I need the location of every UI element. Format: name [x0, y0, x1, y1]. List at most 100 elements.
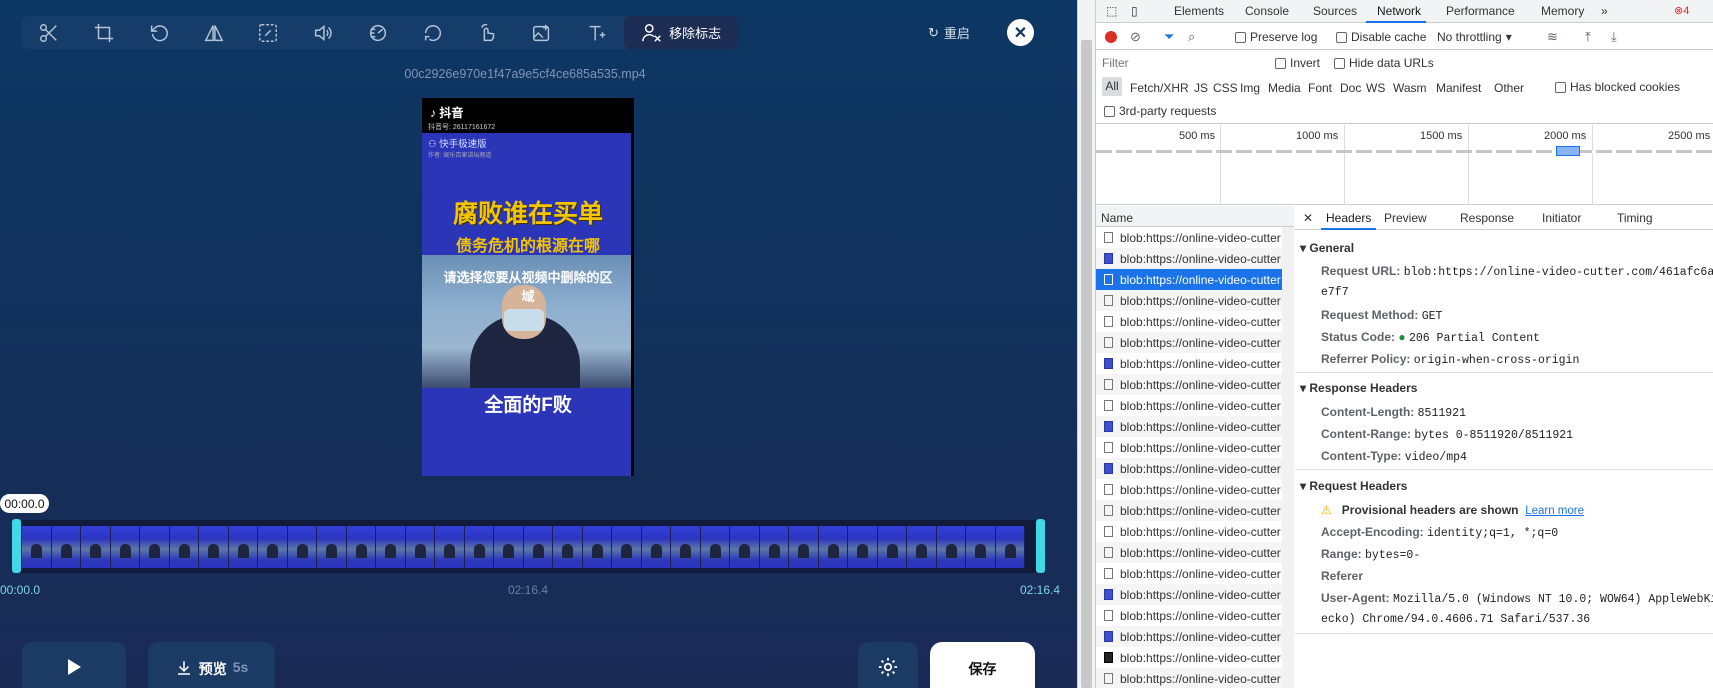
request-row[interactable]: blob:https://online-video-cutter: [1096, 521, 1282, 542]
request-row[interactable]: blob:https://online-video-cutter: [1096, 374, 1282, 395]
request-row[interactable]: blob:https://online-video-cutter: [1096, 227, 1282, 248]
filter-media[interactable]: Media: [1268, 81, 1301, 95]
filter-doc[interactable]: Doc: [1340, 81, 1361, 95]
volume-icon[interactable]: [296, 16, 351, 49]
record-icon[interactable]: [1105, 31, 1117, 43]
request-row[interactable]: blob:https://online-video-cutter: [1096, 584, 1282, 605]
disable-cache-checkbox[interactable]: Disable cache: [1336, 30, 1426, 44]
search-icon[interactable]: ⌕: [1188, 29, 1195, 45]
close-button[interactable]: ✕: [1007, 19, 1034, 46]
clear-icon[interactable]: ⊘: [1130, 29, 1141, 45]
wifi-icon[interactable]: ≋: [1547, 29, 1558, 45]
tab-performance[interactable]: Performance: [1446, 4, 1515, 18]
loop-icon[interactable]: [405, 16, 460, 49]
blocked-cookies-checkbox[interactable]: Has blocked cookies: [1555, 80, 1680, 94]
checkbox-box[interactable]: [1334, 57, 1345, 69]
preserve-log-checkbox[interactable]: Preserve log: [1235, 30, 1317, 44]
checkbox-box[interactable]: [1275, 57, 1286, 69]
checkbox-box[interactable]: [1104, 105, 1115, 117]
tab-console[interactable]: Console: [1245, 4, 1289, 18]
tab-initiator[interactable]: Initiator: [1542, 211, 1581, 225]
request-row[interactable]: blob:https://online-video-cutter: [1096, 437, 1282, 458]
request-headers-toggle[interactable]: ▾ Request Headers: [1300, 479, 1407, 493]
filter-input[interactable]: [1102, 54, 1252, 71]
request-row[interactable]: blob:https://online-video-cutter: [1096, 479, 1282, 500]
name-column-header[interactable]: Name: [1096, 206, 1294, 227]
inspect-icon[interactable]: ⬚: [1106, 4, 1117, 18]
tab-elements[interactable]: Elements: [1174, 4, 1224, 18]
more-tabs-icon[interactable]: »: [1601, 4, 1608, 18]
download-har-icon[interactable]: ⤓: [1611, 29, 1617, 45]
request-row[interactable]: blob:https://online-video-cutter: [1096, 248, 1282, 269]
resize-icon[interactable]: [241, 16, 296, 49]
request-row[interactable]: blob:https://online-video-cutter: [1096, 458, 1282, 479]
request-row[interactable]: blob:https://online-video-cutter: [1096, 332, 1282, 353]
tab-timing[interactable]: Timing: [1617, 211, 1653, 225]
checkbox-box[interactable]: [1235, 31, 1246, 43]
filter-ws[interactable]: WS: [1366, 81, 1385, 95]
network-overview[interactable]: 500 ms 1000 ms 1500 ms 2000 ms 2500 ms: [1096, 125, 1713, 205]
invert-checkbox[interactable]: Invert: [1275, 56, 1320, 70]
request-row[interactable]: blob:https://online-video-cutter: [1096, 290, 1282, 311]
request-row[interactable]: blob:https://online-video-cutter: [1096, 269, 1282, 290]
tab-memory[interactable]: Memory: [1541, 4, 1584, 18]
tab-network[interactable]: Network: [1377, 4, 1421, 18]
tab-headers[interactable]: Headers: [1326, 211, 1371, 225]
request-row[interactable]: blob:https://online-video-cutter: [1096, 353, 1282, 374]
timeline[interactable]: [14, 520, 1043, 573]
request-row[interactable]: blob:https://online-video-cutter: [1096, 605, 1282, 626]
stabilize-icon[interactable]: [460, 16, 515, 49]
device-toggle-icon[interactable]: ▯: [1131, 4, 1138, 18]
video-preview[interactable]: ♪ 抖音 抖音号: 26117161672 ⚇ 快手极速版 作者: 娱乐百家讲坛…: [422, 98, 634, 476]
remove-logo-tool[interactable]: 移除标志: [624, 16, 738, 49]
crop-icon[interactable]: [77, 16, 132, 49]
panel-scrollbar[interactable]: [1077, 0, 1096, 688]
request-row[interactable]: blob:https://online-video-cutter: [1096, 395, 1282, 416]
filter-img[interactable]: Img: [1240, 81, 1260, 95]
filter-all[interactable]: All: [1102, 77, 1122, 96]
filter-js[interactable]: JS: [1194, 81, 1208, 95]
filter-other[interactable]: Other: [1494, 81, 1524, 95]
request-row[interactable]: blob:https://online-video-cutter: [1096, 626, 1282, 647]
throttling-select[interactable]: No throttling ▾: [1437, 30, 1512, 44]
rotate-icon[interactable]: [132, 16, 187, 49]
preview-button[interactable]: 预览 5s: [148, 642, 275, 688]
close-details-icon[interactable]: ✕: [1303, 211, 1313, 225]
general-section-toggle[interactable]: ▾ General: [1300, 241, 1354, 255]
tab-preview[interactable]: Preview: [1384, 211, 1427, 225]
settings-button[interactable]: [858, 642, 918, 688]
filter-manifest[interactable]: Manifest: [1436, 81, 1481, 95]
response-headers-toggle[interactable]: ▾ Response Headers: [1300, 381, 1417, 395]
trim-handle-start[interactable]: [12, 519, 21, 573]
checkbox-box[interactable]: [1336, 31, 1347, 43]
error-count-badge[interactable]: ⊗4: [1674, 4, 1689, 17]
trim-handle-end[interactable]: [1036, 519, 1045, 573]
request-row[interactable]: blob:https://online-video-cutter: [1096, 416, 1282, 437]
restore-button[interactable]: ↻ 重启: [928, 23, 970, 42]
filter-icon[interactable]: ⏷: [1164, 29, 1174, 45]
filter-font[interactable]: Font: [1308, 81, 1332, 95]
filter-wasm[interactable]: Wasm: [1393, 81, 1427, 95]
play-button[interactable]: [22, 642, 126, 688]
cut-icon[interactable]: [22, 16, 77, 49]
scrollbar-thumb[interactable]: [1081, 40, 1092, 688]
request-row[interactable]: blob:https://online-video-cutter: [1096, 668, 1282, 688]
filter-fetch-xhr[interactable]: Fetch/XHR: [1130, 81, 1189, 95]
third-party-checkbox[interactable]: 3rd-party requests: [1104, 104, 1216, 118]
request-list-scrollbar[interactable]: [1282, 227, 1294, 688]
request-row[interactable]: blob:https://online-video-cutter: [1096, 647, 1282, 668]
request-row[interactable]: blob:https://online-video-cutter: [1096, 500, 1282, 521]
image-icon[interactable]: [515, 16, 570, 49]
learn-more-link[interactable]: Learn more: [1525, 505, 1584, 517]
filter-css[interactable]: CSS: [1213, 81, 1238, 95]
request-row[interactable]: blob:https://online-video-cutter: [1096, 542, 1282, 563]
request-row[interactable]: blob:https://online-video-cutter: [1096, 563, 1282, 584]
text-icon[interactable]: [570, 16, 625, 49]
save-button[interactable]: 保存: [930, 642, 1035, 688]
speed-icon[interactable]: [351, 16, 406, 49]
hide-data-urls-checkbox[interactable]: Hide data URLs: [1334, 56, 1434, 70]
upload-icon[interactable]: ⤒: [1585, 29, 1591, 45]
flip-icon[interactable]: [186, 16, 241, 49]
checkbox-box[interactable]: [1555, 81, 1566, 93]
tab-response[interactable]: Response: [1460, 211, 1514, 225]
